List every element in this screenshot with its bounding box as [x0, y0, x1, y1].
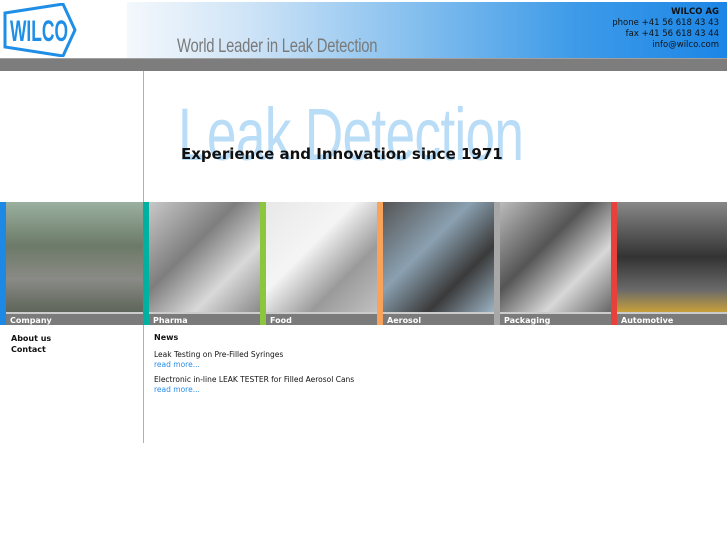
- email-link[interactable]: info@wilco.com: [612, 40, 719, 51]
- news-title[interactable]: Electronic in-line LEAK TESTER for Fille…: [154, 375, 354, 385]
- header: WILCO World Leader in Leak Detection WIL…: [0, 0, 727, 58]
- wilco-logo[interactable]: WILCO: [3, 3, 77, 57]
- tagline: World Leader in Leak Detection: [177, 36, 378, 57]
- tile-automotive[interactable]: Automotive: [611, 202, 727, 325]
- read-more-link[interactable]: read more...: [154, 385, 354, 395]
- tile-company[interactable]: Company: [0, 202, 143, 325]
- sidebar-item-contact[interactable]: Contact: [11, 344, 51, 355]
- company-name: WILCO AG: [671, 7, 719, 17]
- tile-image[interactable]: [266, 202, 377, 312]
- tile-label[interactable]: Automotive: [617, 312, 727, 325]
- news-section: News Leak Testing on Pre-Filled Syringes…: [154, 333, 354, 400]
- tile-label[interactable]: Aerosol: [383, 312, 494, 325]
- tile-image[interactable]: [6, 202, 143, 312]
- news-title[interactable]: Leak Testing on Pre-Filled Syringes: [154, 350, 354, 360]
- tile-image[interactable]: [617, 202, 727, 312]
- tile-aerosol[interactable]: Aerosol: [377, 202, 494, 325]
- fax: fax +41 56 618 43 44: [625, 29, 719, 39]
- tile-label[interactable]: Food: [266, 312, 377, 325]
- nav-bar: [0, 58, 727, 71]
- tile-packaging[interactable]: Packaging: [494, 202, 611, 325]
- read-more-link[interactable]: read more...: [154, 360, 354, 370]
- sidebar: About us Contact: [11, 333, 51, 355]
- tile-image[interactable]: [149, 202, 260, 312]
- tile-image[interactable]: [383, 202, 494, 312]
- sidebar-item-about-us[interactable]: About us: [11, 333, 51, 344]
- tile-label[interactable]: Pharma: [149, 312, 260, 325]
- phone: phone +41 56 618 43 43: [612, 18, 719, 28]
- tile-label[interactable]: Company: [6, 312, 143, 325]
- tile-pharma[interactable]: Pharma: [143, 202, 260, 325]
- hero-headline: Experience and Innovation since 1971: [181, 145, 503, 163]
- news-heading: News: [154, 333, 179, 342]
- tile-food[interactable]: Food: [260, 202, 377, 325]
- tile-image[interactable]: [500, 202, 611, 312]
- contact-info: WILCO AG phone +41 56 618 43 43 fax +41 …: [612, 7, 719, 51]
- tile-label[interactable]: Packaging: [500, 312, 611, 325]
- hero-background-text: Leak Detection: [178, 93, 524, 176]
- svg-text:WILCO: WILCO: [10, 15, 68, 48]
